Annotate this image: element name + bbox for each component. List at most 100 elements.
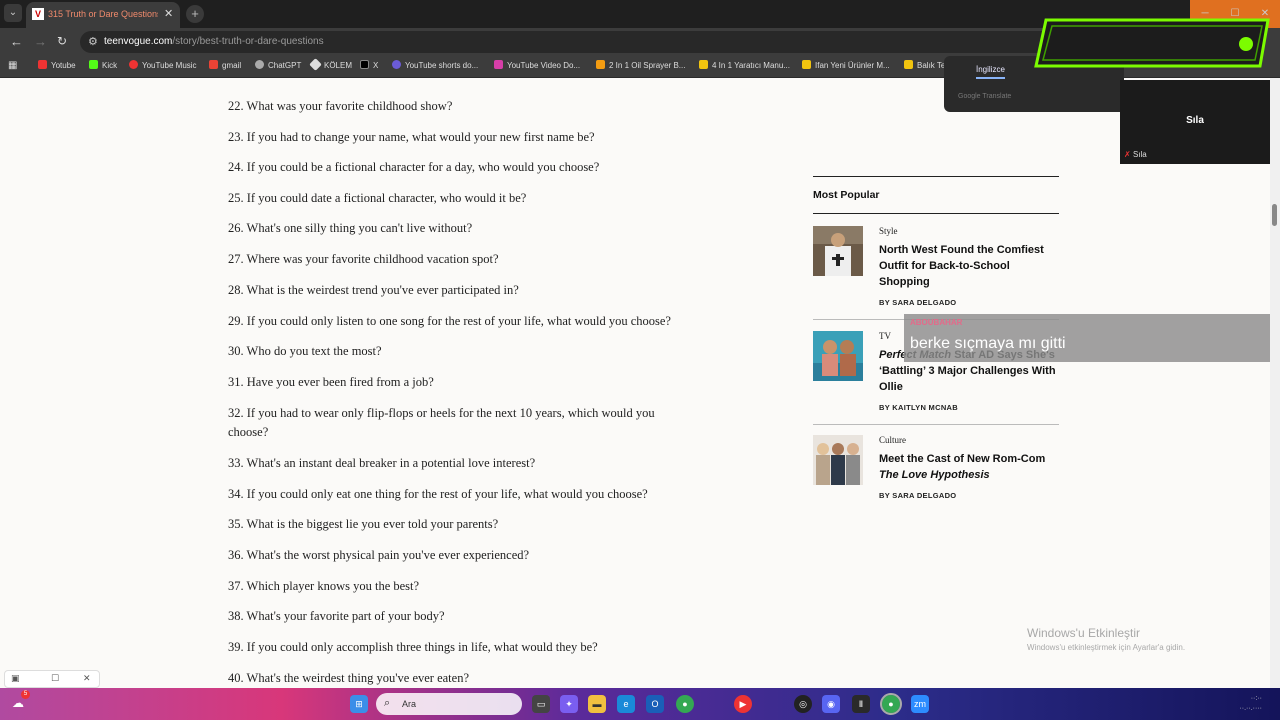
bookmark-item[interactable]: 2 In 1 Oil Sprayer B... xyxy=(596,60,685,70)
edge-icon[interactable]: e xyxy=(617,695,635,713)
new-tab-button[interactable]: + xyxy=(186,5,204,23)
taskbar-search[interactable]: ⌕ Ara xyxy=(376,693,522,715)
question-item: 40. What's the weirdest thing you've eve… xyxy=(228,671,469,685)
notification-count: 5 xyxy=(21,690,30,699)
stream-logo-overlay xyxy=(1034,18,1270,68)
question-item: 32. If you had to wear only flip-flops o… xyxy=(228,406,655,439)
question-item: 31. Have you ever been fired from a job? xyxy=(228,375,434,389)
card-category: Culture xyxy=(879,435,906,445)
file-explorer-icon[interactable]: ▬ xyxy=(588,695,606,713)
bookmark-item[interactable]: KÖLEM xyxy=(309,58,352,71)
question-item: 25. If you could date a fictional charac… xyxy=(228,191,527,205)
close-tab-icon[interactable]: ✕ xyxy=(164,7,173,20)
mini-maximize-icon[interactable]: ☐ xyxy=(51,673,59,684)
webcam-tag-name: Sıla xyxy=(1132,150,1147,159)
url-text: teenvogue.com/story/best-truth-or-dare-q… xyxy=(104,36,324,47)
mini-window-icon[interactable]: ▣ xyxy=(11,673,20,684)
card-category: TV xyxy=(879,331,891,341)
webcam-tag: ✗ Sıla xyxy=(1124,150,1147,159)
copilot-icon[interactable]: ✦ xyxy=(560,695,578,713)
question-item: 36. What's the worst physical pain you'v… xyxy=(228,548,530,562)
bookmark-item[interactable]: ChatGPT xyxy=(255,60,301,70)
widgets-icon[interactable]: ☁ 5 xyxy=(12,690,30,710)
chrome-active-icon[interactable]: ● xyxy=(880,693,902,715)
question-item: 34. If you could only eat one thing for … xyxy=(228,487,648,501)
outlook-icon[interactable]: O xyxy=(646,695,664,713)
bookmark-item[interactable]: 4 In 1 Yaratıcı Manu... xyxy=(699,60,790,70)
reload-icon[interactable]: ↻ xyxy=(57,34,67,48)
question-item: 39. If you could only accomplish three t… xyxy=(228,640,598,654)
page-scrollbar[interactable] xyxy=(1270,78,1280,688)
zoom-icon[interactable]: zm xyxy=(911,695,929,713)
question-item: 26. What's one silly thing you can't liv… xyxy=(228,221,473,235)
perfect-match-thumbnail[interactable] xyxy=(813,331,863,381)
card-headline[interactable]: North West Found the Comfiest Outfit for… xyxy=(879,242,1059,290)
floating-mini-window[interactable]: ▣ ☐ ✕ xyxy=(4,670,100,688)
movie-title: The Love Hypothesis xyxy=(879,469,990,481)
activation-title: Windows'u Etkinleştir xyxy=(1027,626,1140,640)
translate-language-tab[interactable]: İngilizce xyxy=(976,65,1005,79)
chat-overlay: ABOUBAHAR berke sıçmaya mı gitti xyxy=(904,314,1270,362)
card-category: Style xyxy=(879,226,898,236)
popular-card[interactable]: Culture Meet the Cast of New Rom-Com The… xyxy=(813,435,1059,505)
app-icon[interactable]: Ⅱ xyxy=(852,695,870,713)
chat-username: ABOUBAHAR xyxy=(910,318,963,327)
bookmark-item[interactable]: gmail xyxy=(209,60,241,70)
back-arrow-icon[interactable]: ← xyxy=(10,34,23,49)
question-item: 23. If you had to change your name, what… xyxy=(228,130,595,144)
apps-grid-icon[interactable]: ▦ xyxy=(8,60,17,71)
chrome-icon[interactable]: ● xyxy=(676,695,694,713)
tab-title: 315 Truth or Dare Questions for xyxy=(48,9,158,19)
scrollbar-thumb[interactable] xyxy=(1272,204,1277,226)
windows-activation-watermark: Windows'u Etkinleştir Windows'u etkinleş… xyxy=(1027,626,1185,652)
most-popular-header: Most Popular xyxy=(813,176,1059,214)
question-item: 24. If you could be a fictional characte… xyxy=(228,160,600,174)
teen-vogue-favicon-icon: V xyxy=(32,8,44,20)
question-item: 37. Which player knows you the best? xyxy=(228,579,420,593)
popular-card[interactable]: Style North West Found the Comfiest Outf… xyxy=(813,226,1059,310)
north-west-thumbnail[interactable] xyxy=(813,226,863,276)
most-popular-title: Most Popular xyxy=(813,189,880,201)
card-headline-text: Meet the Cast of New Rom-Com xyxy=(879,453,1046,465)
windows-taskbar: ☁ 5 ⊞ ⌕ Ara ▭ ✦ ▬ e O ● ▶ ◎ ◉ Ⅱ ● zm ··:·… xyxy=(0,688,1280,720)
bookmark-item[interactable]: YouTube Music xyxy=(129,60,197,70)
start-windows-icon[interactable]: ⊞ xyxy=(350,695,368,713)
bookmark-item[interactable]: YouTube shorts do... xyxy=(392,60,478,70)
bookmark-item[interactable]: X xyxy=(360,60,378,70)
google-translate-label: Google Translate xyxy=(958,93,1012,100)
bookmark-item[interactable]: Kick xyxy=(89,60,117,70)
bookmark-item[interactable]: Yotube xyxy=(38,60,76,70)
question-item: 28. What is the weirdest trend you've ev… xyxy=(228,283,519,297)
question-item: 29. If you could only listen to one song… xyxy=(228,314,671,328)
tab-search-button[interactable]: ⌄ xyxy=(4,4,22,22)
url-path: /story/best-truth-or-dare-questions xyxy=(172,36,324,47)
active-tab[interactable]: V 315 Truth or Dare Questions for ✕ xyxy=(26,2,180,28)
discord-icon[interactable]: ◉ xyxy=(822,695,840,713)
address-bar[interactable]: ⚙ teenvogue.com/story/best-truth-or-dare… xyxy=(80,31,1060,53)
app-icon[interactable]: ◎ xyxy=(794,695,812,713)
question-item: 38. What's your favorite part of your bo… xyxy=(228,609,445,623)
task-view-icon[interactable]: ▭ xyxy=(532,695,550,713)
question-item: 22. What was your favorite childhood sho… xyxy=(228,99,453,113)
bookmark-item[interactable]: YouTube Video Do... xyxy=(494,60,580,70)
question-item: 33. What's an instant deal breaker in a … xyxy=(228,456,536,470)
card-headline[interactable]: Meet the Cast of New Rom-Com The Love Hy… xyxy=(879,451,1059,483)
site-info-icon[interactable]: ⚙ xyxy=(88,35,98,48)
system-tray-clock[interactable]: ··:·· ··.··.···· xyxy=(1239,694,1262,714)
card-byline: BY SARA DELGADO xyxy=(879,491,957,500)
chat-message: berke sıçmaya mı gitti xyxy=(910,335,1066,352)
search-icon: ⌕ xyxy=(384,697,391,709)
bookmark-item[interactable]: Ifan Yeni Ürünler M... xyxy=(802,60,890,70)
card-byline: BY SARA DELGADO xyxy=(879,298,957,307)
webcam-name: Sıla xyxy=(1186,115,1204,126)
activation-subtitle: Windows'u etkinleştirmek için Ayarlar'a … xyxy=(1027,643,1186,652)
question-item: 30. Who do you text the most? xyxy=(228,344,382,358)
love-hypothesis-thumbnail[interactable] xyxy=(813,435,863,485)
youtube-music-icon[interactable]: ▶ xyxy=(734,695,752,713)
muted-mic-icon: ✗ xyxy=(1124,150,1131,159)
bookmark-item[interactable]: Balık Te xyxy=(904,60,945,70)
forward-arrow-icon[interactable]: → xyxy=(34,34,47,49)
webcam-overlay: Sıla ✗ Sıla xyxy=(1120,80,1270,164)
web-page: 22. What was your favorite childhood sho… xyxy=(0,78,1270,688)
mini-close-icon[interactable]: ✕ xyxy=(83,673,91,684)
